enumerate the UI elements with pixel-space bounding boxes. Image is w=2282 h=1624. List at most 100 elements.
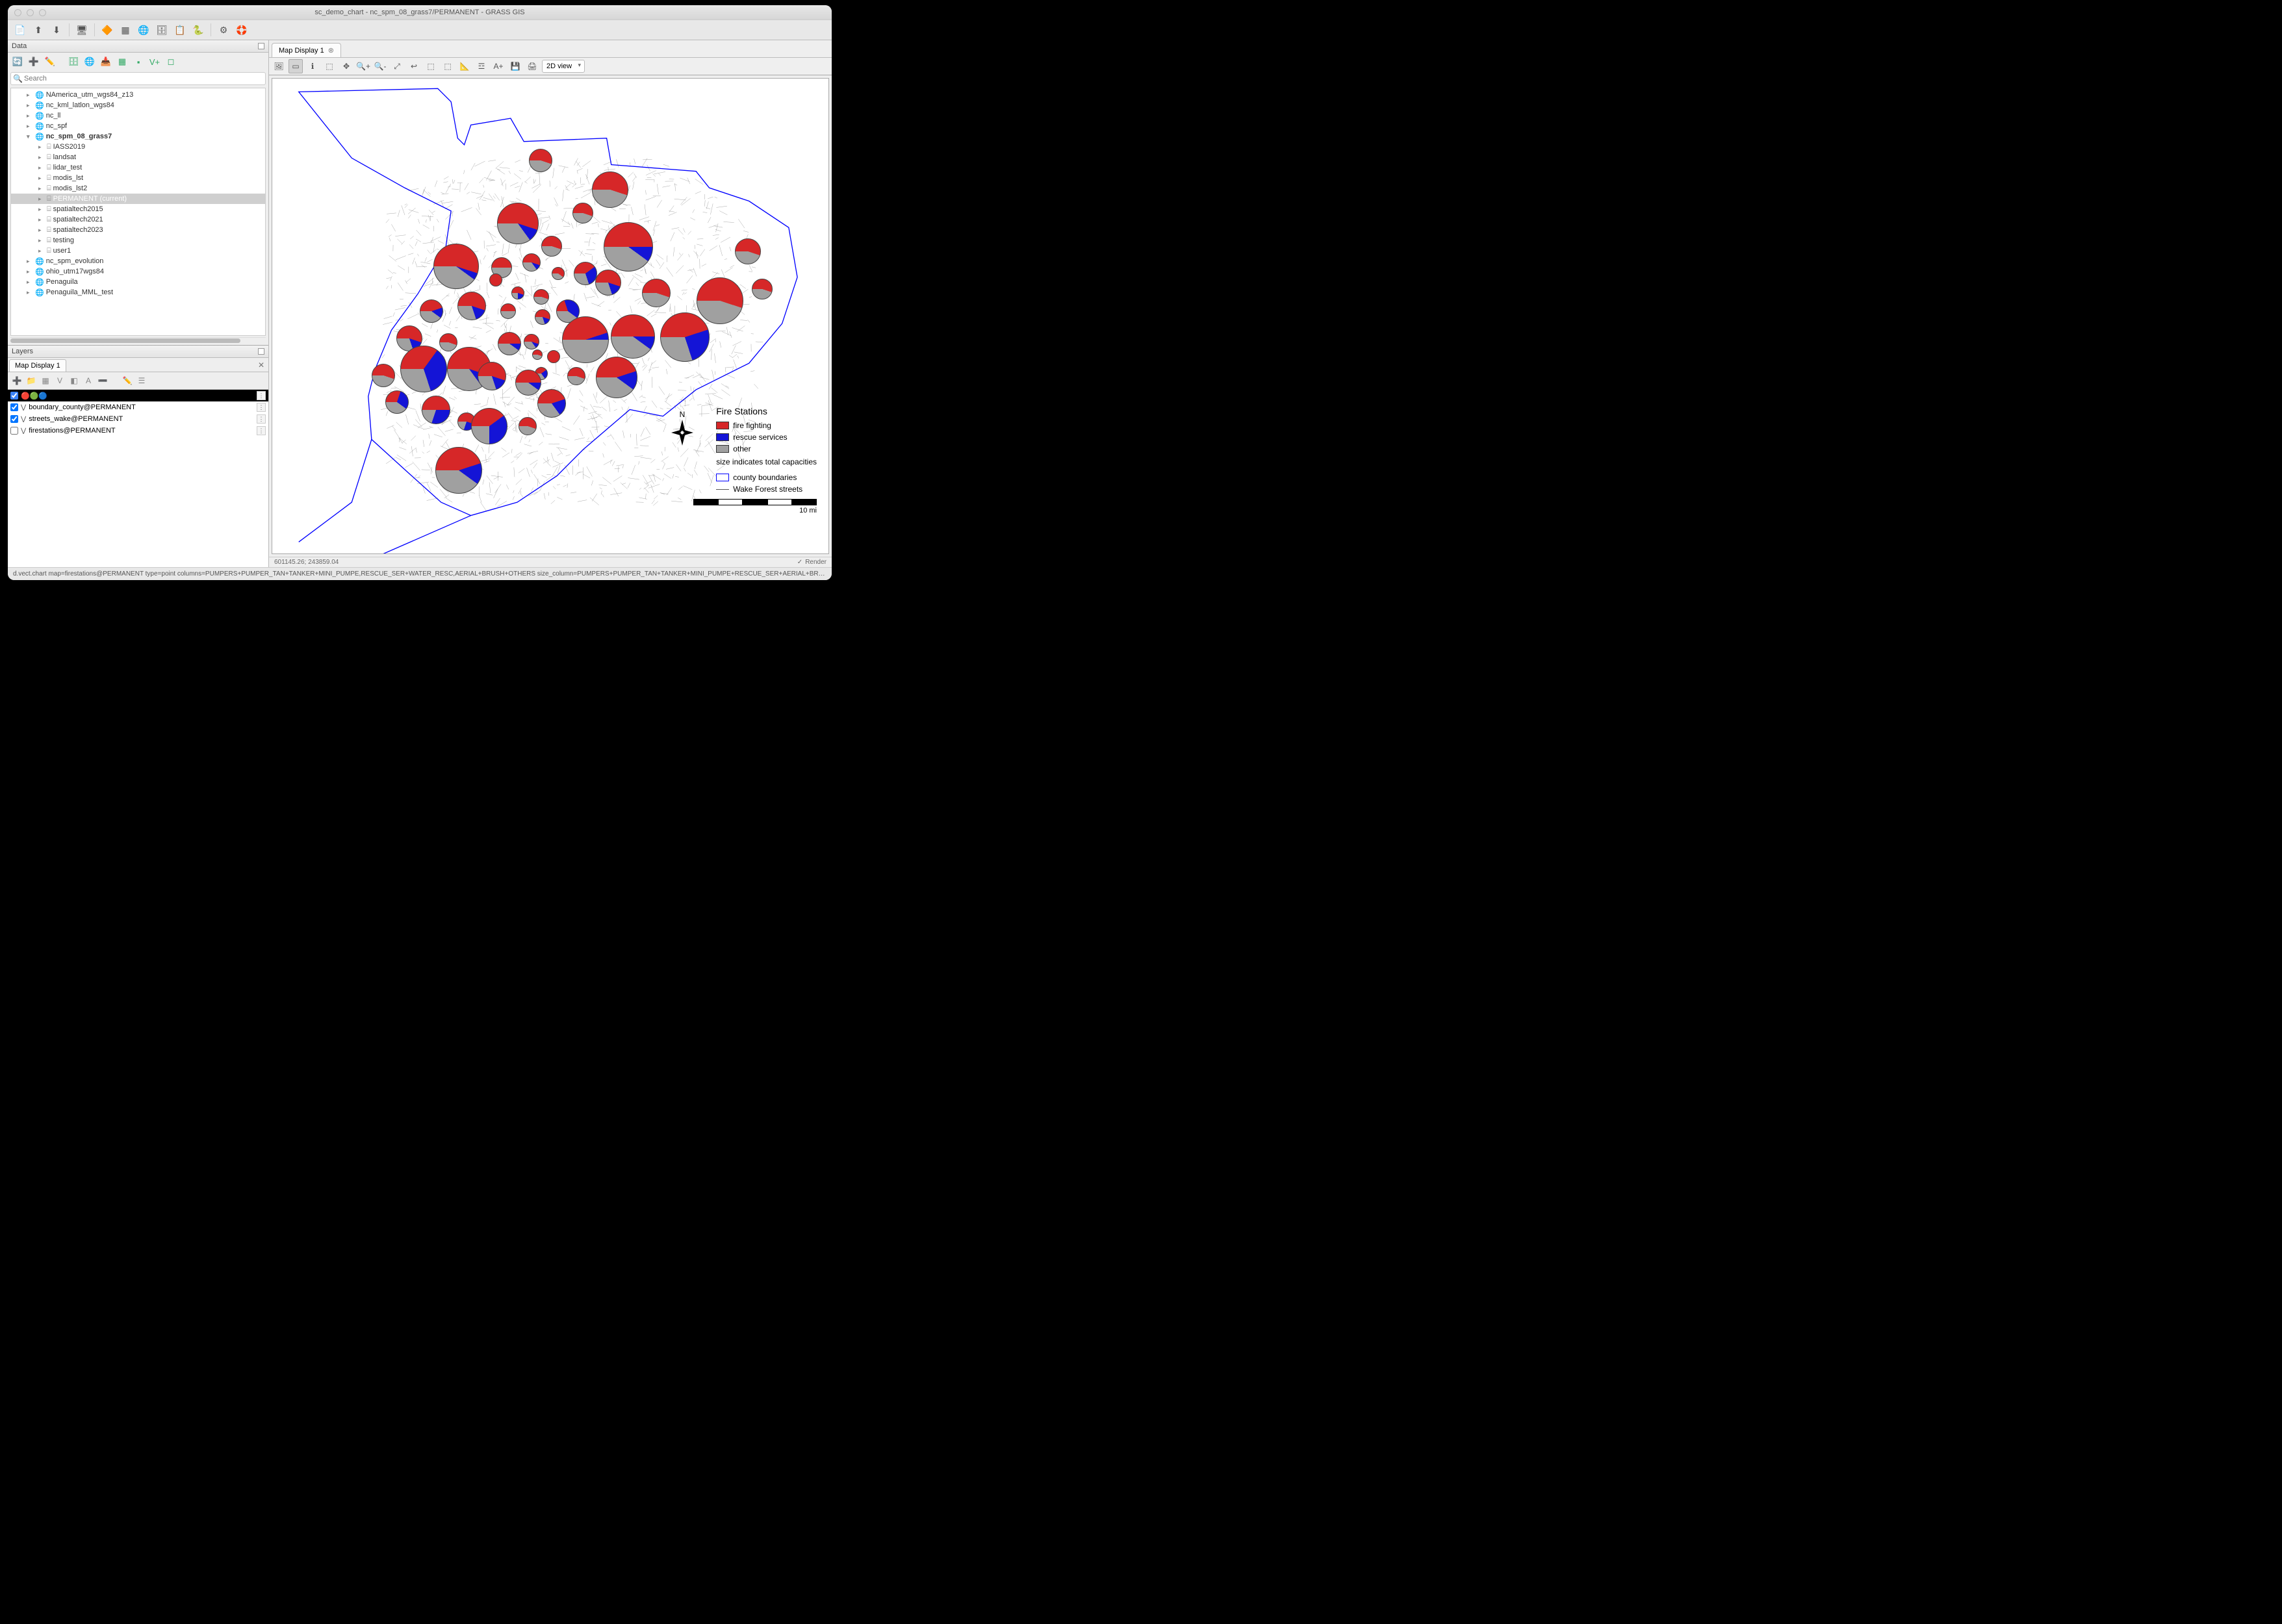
layer-options-button[interactable]: ⋮ [257,414,266,424]
layer-row[interactable]: ⋁streets_wake@PERMANENT⋮ [8,413,268,425]
tree-item[interactable]: ▾🌐nc_spm_08_grass7 [11,131,265,142]
tree-item[interactable]: ▸⌸PERMANENT (current) [11,194,265,204]
script-tool-icon[interactable]: 📋 [173,23,187,37]
map-canvas[interactable]: Fire Stations fire fightingrescue servic… [272,78,829,554]
raster-tool-icon[interactable]: 🔶 [100,23,114,37]
render-check-icon[interactable]: ✓ [797,559,802,566]
map-toolbar: 🖼 ▭ ℹ ⬚ ✥ 🔍+ 🔍- ⤢ ↩ ⬚ ⬚ 📐 ☲ A+ 💾 🖨 2D vi… [269,58,832,75]
remove-layer-icon[interactable]: ➖ [96,374,109,387]
db-tool-icon[interactable]: 🗄 [155,23,169,37]
tree-item[interactable]: ▸🌐NAmerica_utm_wgs84_z13 [11,90,265,100]
print-icon[interactable]: 🖨 [525,59,539,73]
close-tab-icon[interactable]: ✕ [258,361,264,370]
layer-table-icon[interactable]: ☰ [135,374,148,387]
tree-item[interactable]: ▸🌐Penaguila_MML_test [11,287,265,298]
tree-scrollbar[interactable] [10,337,266,344]
zoom-last-icon[interactable]: ↩ [407,59,421,73]
layer-visibility-checkbox[interactable] [10,403,18,411]
zoom-extent-icon[interactable]: ⤢ [390,59,404,73]
settings-icon[interactable]: ⚙ [216,23,231,37]
tree-item[interactable]: ▸⌸testing [11,235,265,246]
open-file-icon[interactable]: ⬆ [31,23,45,37]
add-overlay-icon[interactable]: ◧ [68,374,81,387]
undock-button[interactable] [258,348,264,355]
tree-item[interactable]: ▸⌸spatialtech2021 [11,214,265,225]
pointer-icon[interactable]: ▭ [288,59,303,73]
edit-layer-icon[interactable]: ✏️ [121,374,134,387]
add-vector-icon[interactable]: 🌐 [83,55,97,69]
layer-visibility-checkbox[interactable] [10,415,18,423]
search-input[interactable] [10,72,266,85]
firestation-pie [498,332,521,355]
add-vector-layer-icon[interactable]: V [53,374,66,387]
select-icon[interactable]: ⬚ [322,59,337,73]
refresh-icon[interactable]: 🔄 [10,55,25,69]
firestation-pie [611,314,655,359]
help-icon[interactable]: 🛟 [235,23,249,37]
firestation-pie [567,367,585,385]
tree-item[interactable]: ▸🌐nc_spf [11,121,265,131]
data-tree[interactable]: ▸🌐NAmerica_utm_wgs84_z13▸🌐nc_kml_latlon_… [10,88,266,336]
other-icon[interactable]: ◻ [164,55,178,69]
add-label-icon[interactable]: A [82,374,95,387]
tree-item[interactable]: ▸⌸modis_lst [11,173,265,183]
vector-tool-icon[interactable]: 🌐 [136,23,151,37]
close-map-tab-icon[interactable]: ⊗ [328,46,334,55]
tree-item[interactable]: ▸⌸spatialtech2015 [11,204,265,214]
tree-item[interactable]: ▸🌐nc_spm_evolution [11,256,265,266]
layers-tab[interactable]: Map Display 1 [9,359,66,372]
add-db-icon[interactable]: ➕ [27,55,41,69]
zoom-window-button[interactable] [39,9,46,16]
zoom-saved-icon[interactable]: ⬚ [441,59,455,73]
edit-icon[interactable]: ✏️ [43,55,57,69]
tree-item[interactable]: ▸⌸spatialtech2023 [11,225,265,235]
tree-item[interactable]: ▸🌐ohio_utm17wgs84 [11,266,265,277]
tree-item[interactable]: ▸🌐nc_kml_latlon_wgs84 [11,100,265,110]
add-raster-icon[interactable]: 🗄 [66,55,81,69]
python-icon[interactable]: 🐍 [191,23,205,37]
layer-options-button[interactable]: ⋮ [257,403,266,412]
tree-item[interactable]: ▸⌸modis_lst2 [11,183,265,194]
zoom-in-icon[interactable]: 🔍+ [356,59,370,73]
import-icon[interactable]: 📥 [99,55,113,69]
map-display-tab[interactable]: Map Display 1 ⊗ [272,43,341,57]
tree-item[interactable]: ▸⌸lidar_test [11,162,265,173]
layer-row[interactable]: 🔴🟢🔵⋮ [8,390,268,401]
add-group-icon[interactable]: 📁 [25,374,38,387]
zoom-out-icon[interactable]: 🔍- [373,59,387,73]
minimize-window-button[interactable] [27,9,34,16]
layer-icon[interactable]: ▦ [115,55,129,69]
layer-row[interactable]: ⋁firestations@PERMANENT⋮ [8,425,268,437]
close-window-button[interactable] [14,9,21,16]
layer-options-button[interactable]: ⋮ [257,391,266,400]
tree-item[interactable]: ▸⌸landsat [11,152,265,162]
layer-visibility-checkbox[interactable] [10,392,18,400]
layer-options-button[interactable]: ⋮ [257,426,266,435]
tree-item[interactable]: ▸⌸user1 [11,246,265,256]
query-icon[interactable]: ℹ [305,59,320,73]
overlay-icon[interactable]: ☲ [474,59,489,73]
workspace-icon[interactable]: 🖥 [75,23,89,37]
tree-item[interactable]: ▸🌐nc_ll [11,110,265,121]
undock-button[interactable] [258,43,264,49]
layer-visibility-checkbox[interactable] [10,427,18,435]
grid-tool-icon[interactable]: ▦ [118,23,133,37]
firestation-pie [595,270,621,296]
add-layer-icon[interactable]: ➕ [10,374,23,387]
render-map-icon[interactable]: 🖼 [272,59,286,73]
pan-icon[interactable]: ✥ [339,59,353,73]
layer-list[interactable]: 🔴🟢🔵⋮⋁boundary_county@PERMANENT⋮⋁streets_… [8,390,268,567]
layer-row[interactable]: ⋁boundary_county@PERMANENT⋮ [8,401,268,413]
save-file-icon[interactable]: ⬇ [49,23,64,37]
vector-add-icon[interactable]: V+ [147,55,162,69]
tree-item[interactable]: ▸⌸IASS2019 [11,142,265,152]
analyze-icon[interactable]: 📐 [457,59,472,73]
point-icon[interactable]: ▪ [131,55,146,69]
add-raster-layer-icon[interactable]: ▦ [39,374,52,387]
new-file-icon[interactable]: 📄 [13,23,27,37]
add-text-icon[interactable]: A+ [491,59,506,73]
save-display-icon[interactable]: 💾 [508,59,522,73]
tree-item[interactable]: ▸🌐Penaguila [11,277,265,287]
zoom-region-icon[interactable]: ⬚ [424,59,438,73]
view-mode-select[interactable]: 2D view [542,60,585,73]
